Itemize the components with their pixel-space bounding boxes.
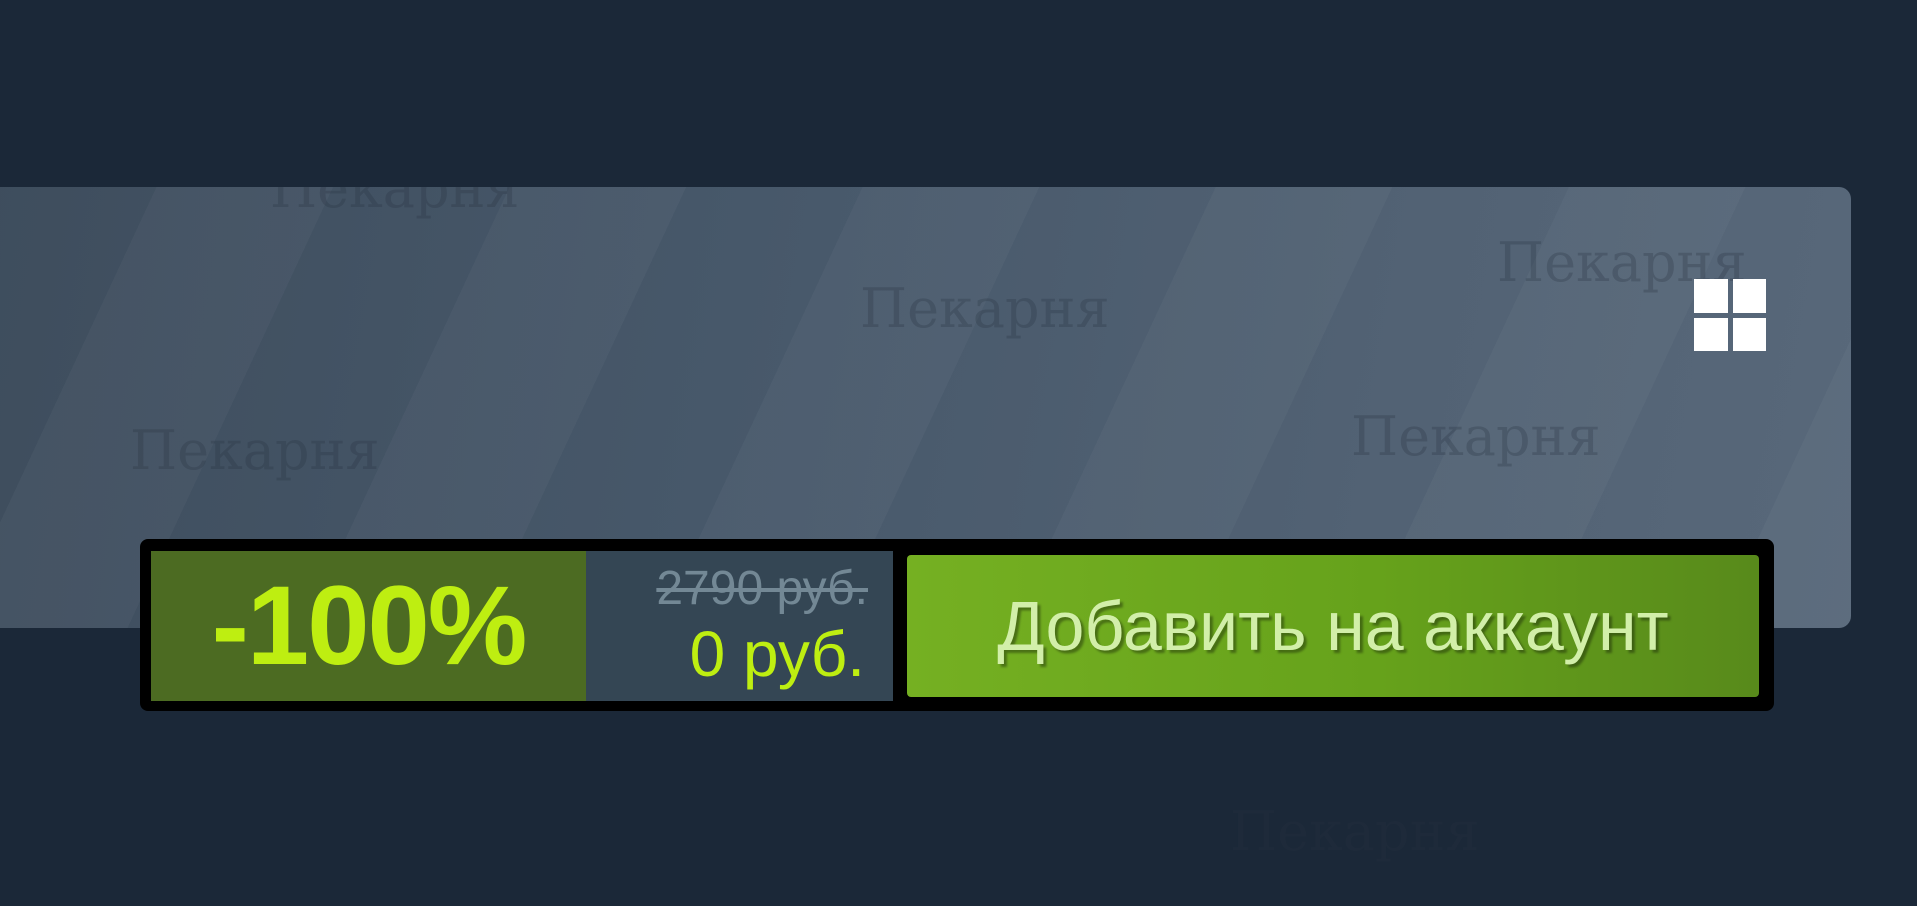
store-page: Пекарня Пекарня Пекарня Пекарня Пекарня …	[0, 0, 1917, 906]
windows-icon	[1694, 279, 1766, 351]
add-to-account-button[interactable]: Добавить на аккаунт	[907, 555, 1759, 697]
discount-badge: -100%	[151, 551, 586, 701]
original-price: 2790 руб.	[656, 562, 868, 615]
price-block: 2790 руб. 0 руб.	[586, 551, 893, 701]
watermark-text: Пекарня	[860, 277, 1110, 340]
watermark-text: Пекарня	[1351, 405, 1601, 468]
windows-icon-pane	[1694, 317, 1728, 351]
watermark-text: Пекарня	[270, 187, 520, 220]
windows-icon-pane	[1732, 317, 1766, 351]
final-price: 0 руб.	[689, 618, 865, 690]
discount-percent: -100%	[211, 563, 528, 688]
watermark-text: Пекарня	[1230, 800, 1480, 863]
windows-icon-pane	[1732, 279, 1766, 313]
windows-icon-pane	[1694, 279, 1728, 313]
add-to-account-label: Добавить на аккаунт	[997, 587, 1669, 665]
watermark-text: Пекарня	[130, 419, 380, 482]
